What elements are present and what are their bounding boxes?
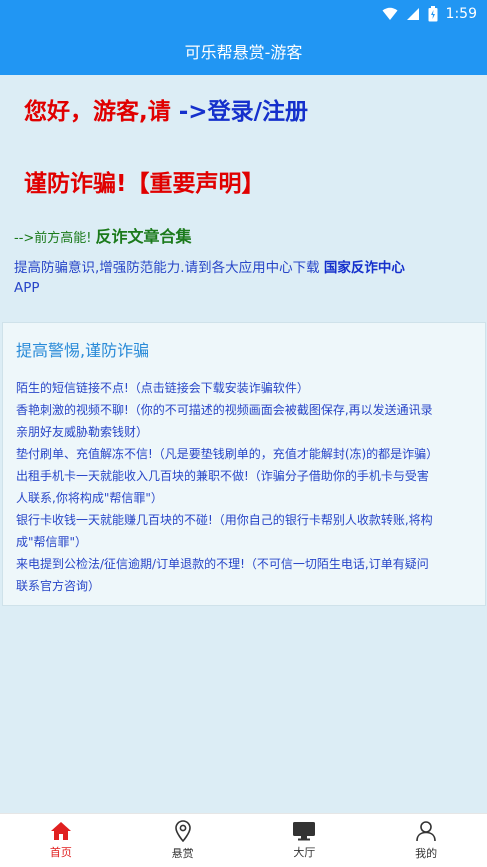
home-icon: [50, 821, 72, 841]
nav-item-hall[interactable]: 大厅: [244, 814, 366, 867]
nav-item-home[interactable]: 首页: [0, 814, 122, 867]
warning-title: 谨防诈骗!【重要声明】: [24, 171, 265, 197]
card-line: 联系官方咨询）: [16, 579, 101, 593]
awareness-text: 提高防骗意识,增强防范能力.请到各大应用中心下载: [14, 260, 324, 276]
nav-label: 首页: [49, 846, 72, 859]
card-line: 人联系,你将构成"帮信罪"）: [16, 491, 163, 505]
location-pin-icon: [174, 820, 192, 842]
awareness-app-suffix: APP: [14, 280, 40, 296]
card-line: 香艳刺激的视频不聊!（你的不可描述的视频画面会被截图保存,再以发送通讯录: [16, 403, 433, 417]
card-line: 银行卡收钱一天就能赚几百块的不碰!（用你自己的银行卡帮别人收款转账,将构: [16, 513, 433, 527]
awareness-notice: 提高防骗意识,增强防范能力.请到各大应用中心下载 国家反诈中心 APP: [14, 258, 474, 298]
greeting: 您好，游客,请 ->登录/注册: [24, 92, 308, 126]
monitor-icon: [292, 821, 316, 841]
nav-item-mine[interactable]: 我的: [365, 814, 487, 867]
wifi-icon: [382, 7, 398, 21]
card-line: 来电提到公检法/征信逾期/订单退款的不理!（不可信一切陌生电话,订单有疑问: [16, 557, 429, 571]
card-line: 亲朋好友威胁勒索钱财）: [16, 425, 149, 439]
user-icon: [415, 820, 437, 842]
page-title: 可乐帮悬赏-游客: [184, 43, 303, 62]
nav-label: 悬赏: [171, 847, 194, 860]
anti-fraud-articles-link[interactable]: 反诈文章合集: [96, 227, 192, 246]
card-line: 陌生的短信链接不点!（点击链接会下载安装诈骗软件）: [16, 381, 309, 395]
nav-label: 大厅: [293, 846, 316, 859]
anti-fraud-app-link[interactable]: 国家反诈中心: [324, 260, 405, 276]
card-line: 成"帮信罪"）: [16, 535, 88, 549]
status-bar: 1:59: [0, 0, 487, 27]
fraud-warning-card: 提高警惕,谨防诈骗 陌生的短信链接不点!（点击链接会下载安装诈骗软件） 香艳刺激…: [2, 322, 486, 606]
login-register-link[interactable]: ->登录/注册: [179, 99, 308, 125]
status-time: 1:59: [445, 5, 477, 22]
energy-row: -->前方高能! 反诈文章合集: [14, 223, 192, 247]
card-line: 出租手机卡一天就能收入几百块的兼职不做!（诈骗分子借助你的手机卡与受害: [16, 469, 429, 483]
nav-item-bounty[interactable]: 悬赏: [122, 814, 244, 867]
battery-icon: [428, 5, 438, 22]
energy-prefix: -->前方高能!: [14, 231, 92, 246]
app-bar: 可乐帮悬赏-游客: [0, 27, 487, 75]
bottom-nav: 首页 悬赏 大厅 我的: [0, 813, 487, 867]
nav-label: 我的: [415, 847, 438, 860]
card-line: 垫付刷单、充值解冻不信!（凡是要垫钱刷单的，充值才能解封(冻)的都是诈骗）: [16, 447, 439, 461]
greeting-text: 您好，游客,请: [24, 99, 179, 125]
card-title: 提高警惕,谨防诈骗: [16, 341, 150, 360]
signal-icon: [406, 7, 420, 21]
